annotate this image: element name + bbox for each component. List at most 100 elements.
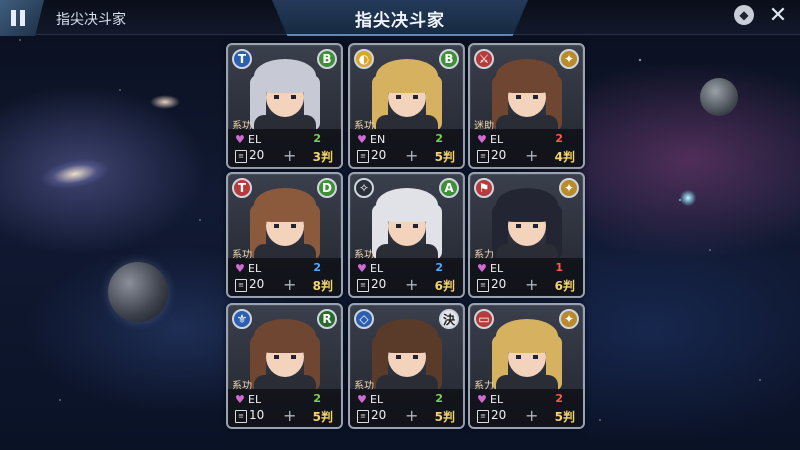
card-left-badge-icon: ◐ [354, 49, 374, 69]
card-left-badge-icon: ⚜ [232, 309, 252, 329]
card-judge-value: 4判 [554, 150, 575, 164]
plus-icon: + [525, 146, 539, 165]
card-judge-value: 6判 [554, 279, 575, 293]
card-right-badge-icon: ✦ [559, 49, 579, 69]
heart-icon: ♥ [477, 393, 487, 406]
card-left-badge-icon: ✧ [354, 178, 374, 198]
card-element-label: EL [248, 133, 262, 146]
card-judge-value: 3判 [312, 150, 333, 164]
card-stats-panel: ♥ EL 2 ≡ 20 + 3判 [228, 129, 341, 167]
card-cost-value: 2 [313, 392, 321, 405]
character-card[interactable]: T B 系功 ♥ EL 2 ≡ 20 + 3判 [226, 43, 343, 169]
card-judge-value: 5判 [434, 150, 455, 164]
card-deck-count: 20 [249, 277, 265, 291]
card-left-badge-icon: ◇ [354, 309, 374, 329]
page-title: 指尖决斗家 [355, 11, 445, 31]
deck-icon: ≡ [477, 279, 489, 292]
card-stats-panel: ♥ EL 2 ≡ 20 + 8判 [228, 258, 341, 296]
card-stats-panel: ♥ EL 2 ≡ 10 + 5判 [228, 389, 341, 427]
card-cost-value: 2 [313, 261, 321, 274]
character-card[interactable]: ⚑ ✦ 系力 ♥ EL 1 ≡ 20 + 6判 [468, 172, 585, 298]
heart-icon: ♥ [235, 133, 245, 146]
plus-icon: + [283, 275, 297, 294]
card-element-label: EL [370, 262, 384, 275]
deck-icon: ≡ [357, 150, 369, 163]
bright-star [680, 190, 696, 206]
heart-icon: ♥ [477, 133, 487, 146]
card-right-badge-icon: D [317, 178, 337, 198]
plus-icon: + [283, 406, 297, 425]
card-deck-count: 20 [491, 277, 507, 291]
heart-icon: ♥ [477, 262, 487, 275]
card-cost-value: 2 [435, 132, 443, 145]
card-element-label: EN [370, 133, 386, 146]
pause-icon [20, 10, 25, 26]
deck-icon: ≡ [477, 150, 489, 163]
heart-icon: ♥ [235, 262, 245, 275]
card-element-label: EL [490, 133, 504, 146]
card-element-label: EL [370, 393, 384, 406]
card-element-label: EL [490, 393, 504, 406]
card-deck-count: 20 [491, 148, 507, 162]
character-card[interactable]: T D 系功 ♥ EL 2 ≡ 20 + 8判 [226, 172, 343, 298]
pause-button[interactable] [0, 0, 44, 36]
card-judge-value: 5判 [554, 410, 575, 424]
card-deck-count: 20 [371, 277, 387, 291]
card-deck-count: 20 [249, 148, 265, 162]
card-judge-value: 8判 [312, 279, 333, 293]
card-right-badge-icon: B [317, 49, 337, 69]
card-judge-value: 5判 [312, 410, 333, 424]
plus-icon: + [525, 406, 539, 425]
plus-icon: + [405, 406, 419, 425]
shield-help-icon[interactable]: ◆ [732, 3, 756, 27]
heart-icon: ♥ [357, 133, 367, 146]
card-right-badge-icon: B [439, 49, 459, 69]
card-left-badge-icon: T [232, 178, 252, 198]
deck-icon: ≡ [357, 279, 369, 292]
card-right-badge-icon: ✦ [559, 178, 579, 198]
deck-icon: ≡ [357, 410, 369, 423]
character-card[interactable]: ▭ ✦ 系力 ♥ EL 2 ≡ 20 + 5判 [468, 303, 585, 429]
character-card[interactable]: ◐ B 系功 ♥ EN 2 ≡ 20 + 5判 [348, 43, 465, 169]
card-left-badge-icon: ⚔ [474, 49, 494, 69]
card-stats-panel: ♥ EL 2 ≡ 20 + 5判 [350, 389, 463, 427]
character-card[interactable]: ⚜ R 系功 ♥ EL 2 ≡ 10 + 5判 [226, 303, 343, 429]
card-stats-panel: ♥ EL 1 ≡ 20 + 6判 [470, 258, 583, 296]
plus-icon: + [405, 275, 419, 294]
heart-icon: ♥ [235, 393, 245, 406]
card-deck-count: 20 [371, 408, 387, 422]
character-card[interactable]: ⚔ ✦ 迷助 ♥ EL 2 ≡ 20 + 4判 [468, 43, 585, 169]
plus-icon: + [525, 275, 539, 294]
spiral-galaxy [38, 154, 112, 194]
deck-icon: ≡ [477, 410, 489, 423]
small-galaxy [150, 95, 180, 109]
card-deck-count: 20 [371, 148, 387, 162]
card-right-badge-icon: 決 [439, 309, 459, 329]
heart-icon: ♥ [357, 262, 367, 275]
top-bar: 指尖决斗家 指尖决斗家 ◆ ✕ [0, 0, 800, 36]
card-cost-value: 2 [313, 132, 321, 145]
card-cost-value: 2 [555, 132, 563, 145]
card-cost-value: 2 [435, 392, 443, 405]
deck-icon: ≡ [235, 150, 247, 163]
character-card[interactable]: ✧ A 系功 ♥ EL 2 ≡ 20 + 6判 [348, 172, 465, 298]
card-element-label: EL [248, 393, 262, 406]
card-stats-panel: ♥ EN 2 ≡ 20 + 5判 [350, 129, 463, 167]
card-stats-panel: ♥ EL 2 ≡ 20 + 4判 [470, 129, 583, 167]
card-right-badge-icon: ✦ [559, 309, 579, 329]
card-judge-value: 5判 [434, 410, 455, 424]
card-right-badge-icon: A [439, 178, 459, 198]
deck-icon: ≡ [235, 279, 247, 292]
card-cost-value: 2 [555, 392, 563, 405]
close-icon[interactable]: ✕ [766, 3, 790, 28]
plus-icon: + [283, 146, 297, 165]
card-element-label: EL [490, 262, 504, 275]
character-card[interactable]: ◇ 決 系功 ♥ EL 2 ≡ 20 + 5判 [348, 303, 465, 429]
card-element-label: EL [248, 262, 262, 275]
card-left-badge-icon: ⚑ [474, 178, 494, 198]
right-planet [700, 78, 738, 116]
card-deck-count: 20 [491, 408, 507, 422]
card-cost-value: 2 [435, 261, 443, 274]
card-left-badge-icon: T [232, 49, 252, 69]
card-stats-panel: ♥ EL 2 ≡ 20 + 6判 [350, 258, 463, 296]
